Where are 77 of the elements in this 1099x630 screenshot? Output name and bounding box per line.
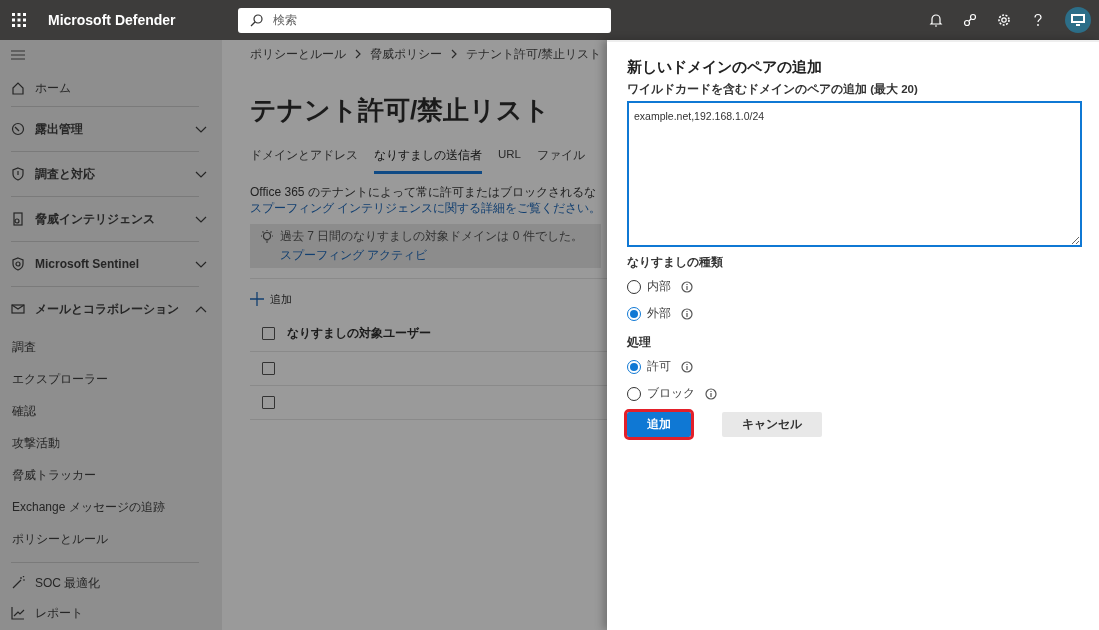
tab[interactable]: なりすましの送信者 [374,141,482,174]
mail-icon [11,302,25,316]
nav-item[interactable]: レポート [11,598,215,628]
nav-label: ホーム [35,79,72,97]
chevron-icon [450,49,458,59]
nav-group[interactable]: 露出管理 [11,107,215,151]
wand-icon [11,576,25,590]
nav-group[interactable]: 調査と対応 [11,152,215,196]
shield-icon [11,167,25,181]
checkbox[interactable] [262,362,275,375]
add-button[interactable]: 追加 [627,412,691,437]
nav-item[interactable]: 調査 [11,331,222,363]
domain-pairs-field[interactable]: example.net,192.168.1.0/24 [627,101,1082,247]
lightbulb-icon [260,229,274,244]
nav-item[interactable]: 確認 [11,395,222,427]
nav-item[interactable]: エクスプローラー [11,363,222,395]
group-label: なりすましの種類 [627,255,724,271]
search-field[interactable]: 検索 [238,7,611,33]
search-icon [250,13,263,27]
info-icon [705,387,717,400]
checkbox[interactable] [262,396,275,409]
tab[interactable]: ファイル [537,141,585,174]
page-title: テナント許可/禁止リスト [250,94,552,127]
tab[interactable]: ドメインとアドレス [250,141,358,174]
nav-label: レポート [35,604,84,622]
nav-label: SOC 最適化 [35,574,102,592]
avatar[interactable] [1065,7,1091,33]
nav-group[interactable]: 脅威インテリジェンス [11,197,215,241]
app-title: Microsoft Defender [48,12,177,28]
nav-item[interactable]: ホーム [11,70,215,106]
connections-icon[interactable] [963,13,977,27]
info-icon [681,280,693,293]
nav-label: 脅威インテリジェンス [35,210,156,228]
shield-icon [11,257,25,271]
nav-item[interactable]: Exchange メッセージの追跡 [11,491,222,523]
column-header[interactable]: なりすましの対象ユーザー [287,324,431,342]
radio-option[interactable]: 許可 [627,353,693,380]
info-link[interactable]: スプーフィング アクティビ [280,247,428,264]
info-icon [681,360,693,373]
group-label: 処理 [627,335,652,350]
chevron-icon [354,49,362,59]
field-label: ワイルドカードを含むドメインのペアの追加 (最大 20) [627,82,919,97]
nav-group[interactable]: Microsoft Sentinel [11,242,215,286]
breadcrumb-link[interactable]: テナント許可/禁止リスト [466,45,602,63]
nav-label: Microsoft Sentinel [35,257,140,271]
home-icon [11,81,25,95]
info-text: 過去 7 日間のなりすましの対象ドメインは 0 件でした。 [280,228,583,245]
nav-label: 調査と対応 [35,165,96,183]
nav-group[interactable]: メールとコラボレーション [11,287,215,331]
bell-icon[interactable] [929,13,943,27]
add-button[interactable]: 追加 [250,285,292,313]
description-text: Office 365 のテナントによって常に許可またはブロックされるな [250,184,597,200]
panel-title: 新しいドメインのペアの追加 [627,58,823,77]
radio-option[interactable]: 内部 [627,273,693,300]
breadcrumb-link[interactable]: ポリシーとルール [250,45,346,63]
tab[interactable]: URL [498,141,521,174]
help-icon[interactable] [1031,13,1045,27]
info-icon [681,307,693,320]
nav-item[interactable]: ポリシーとルール [11,523,222,555]
breadcrumb-link[interactable]: 脅威ポリシー [370,45,442,63]
nav-label: 露出管理 [35,120,84,138]
nav-label: メールとコラボレーション [35,300,180,318]
nav-item[interactable]: 攻撃活動 [11,427,222,459]
settings-icon[interactable] [997,13,1011,27]
cancel-button[interactable]: キャンセル [722,412,822,437]
radio-option[interactable]: ブロック [627,380,717,407]
description-link[interactable]: スプーフィング インテリジェンスに関する詳細をご覧ください。 [250,201,602,215]
plus-icon [250,292,264,306]
computer-icon [1070,12,1086,28]
app-launcher-icon[interactable] [12,13,26,27]
gauge-icon [11,122,25,136]
radio-option[interactable]: 外部 [627,300,693,327]
nav-item[interactable]: SOC 最適化 [11,568,215,598]
document-icon [11,212,25,226]
nav-item[interactable]: 脅威トラッカー [11,459,222,491]
chart-icon [11,606,25,620]
checkbox[interactable] [262,326,275,340]
